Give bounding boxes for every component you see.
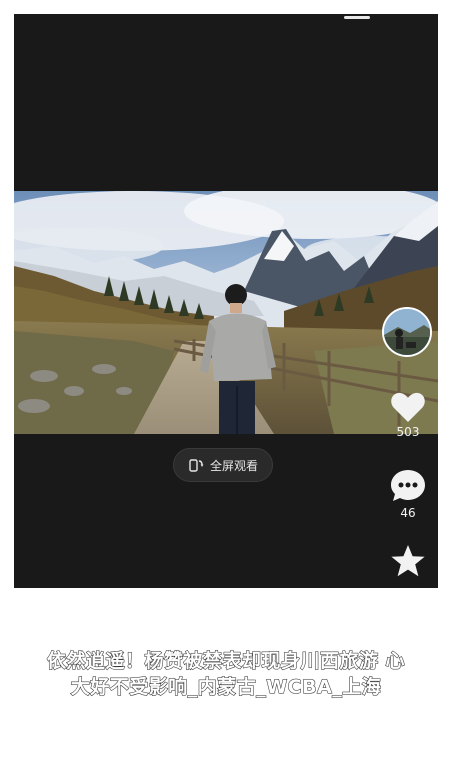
author-avatar[interactable] — [382, 307, 432, 357]
top-handle-indicator — [344, 16, 370, 19]
star-icon — [391, 545, 425, 577]
video-caption: 依然逍遥！杨赞被禁表却现身川西旅游 心 大好不受影响_内蒙古_WCBA_上海 — [0, 648, 452, 700]
like-action[interactable]: 503 — [380, 391, 436, 439]
comment-count: 46 — [400, 506, 416, 520]
comment-action[interactable]: 46 — [380, 468, 436, 520]
fullscreen-button[interactable]: 全屏观看 — [173, 448, 273, 482]
heart-icon — [391, 392, 425, 422]
like-count: 503 — [396, 425, 420, 439]
fullscreen-label: 全屏观看 — [209, 458, 258, 473]
mountain-scene-image — [14, 191, 438, 434]
caption-line-1: 依然逍遥！杨赞被禁表却现身川西旅游 心 — [46, 650, 406, 673]
comment-bubble-icon — [391, 470, 425, 501]
caption-line-2: 大好不受影响_内蒙古_WCBA_上海 — [70, 676, 382, 699]
avatar-image — [384, 309, 430, 355]
video-player-screen: 503 46 全屏观看 — [14, 14, 438, 588]
video-frame[interactable] — [14, 191, 438, 434]
rotate-phone-icon — [189, 459, 204, 472]
favorite-action[interactable] — [380, 544, 436, 580]
